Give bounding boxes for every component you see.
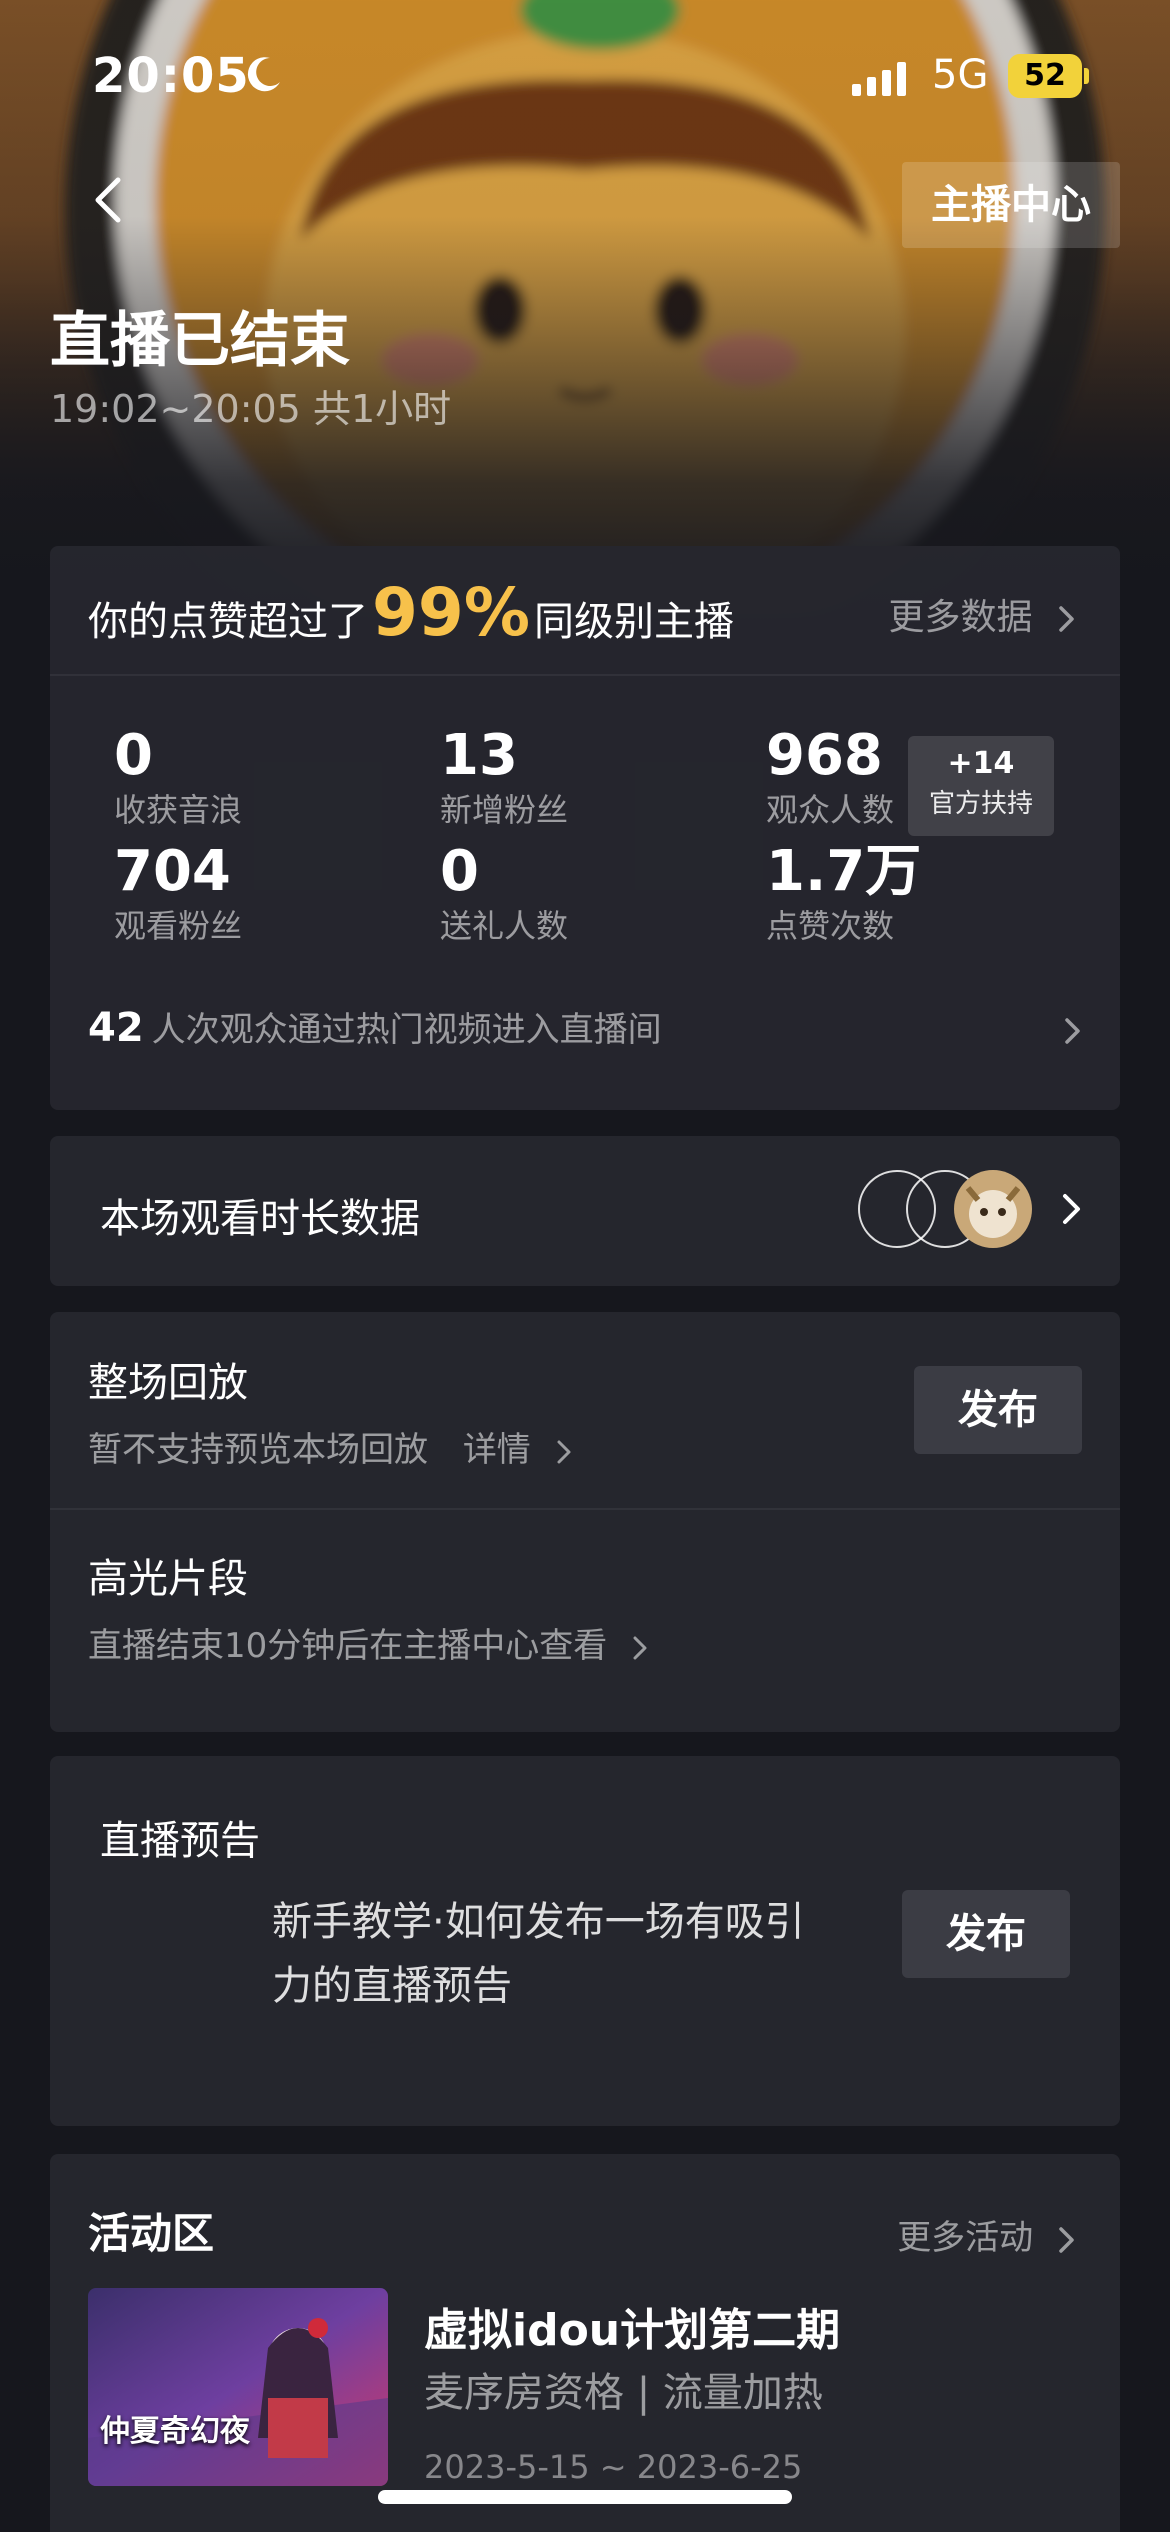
likes-percent-suffix: 同级别主播 [533, 599, 734, 645]
live-preview-card: 直播预告 新手教学·如何发布一场有吸引力的直播预告 发布 [50, 1756, 1120, 2126]
stat-value: 0 [114, 723, 153, 788]
stat-label: 新增粉丝 [440, 791, 569, 829]
likes-percent-prefix: 你的点赞超过了 [88, 599, 368, 645]
live-preview-title: 直播预告 [100, 1818, 260, 1864]
status-time: 20:05 [92, 48, 250, 104]
stat-label: 送礼人数 [440, 907, 569, 945]
more-data-link[interactable]: 更多数据 [889, 588, 1076, 640]
official-support-badge[interactable]: +14 官方扶持 [908, 736, 1054, 836]
hot-video-count: 42 [88, 1005, 144, 1051]
live-ended-page: 20:05 5G 52 主播中心 直播已结束 19:02~20:05 共1小时 … [0, 0, 1170, 2532]
stat-label: 收获音浪 [114, 791, 243, 829]
home-indicator[interactable] [378, 2490, 792, 2504]
stat-item: 704 观看粉丝 [114, 840, 242, 948]
publish-preview-button[interactable]: 发布 [902, 1890, 1070, 1978]
stat-label: 观众人数 [766, 791, 895, 829]
full-replay-note: 暂不支持预览本场回放 [88, 1430, 428, 1470]
likes-percent-value: 99% [372, 574, 530, 651]
chevron-right-icon [1065, 1018, 1080, 1044]
support-badge-count: +14 [947, 746, 1015, 781]
watch-duration-card[interactable]: 本场观看时长数据 [50, 1136, 1120, 1286]
stat-item: 0 送礼人数 [440, 840, 568, 948]
replay-details-label: 详情 [462, 1430, 531, 1470]
stat-item: 968 观众人数 [766, 724, 894, 832]
highlight-subtitle: 直播结束10分钟后在主播中心查看 [88, 1618, 648, 1667]
highlight-row[interactable]: 高光片段 直播结束10分钟后在主播中心查看 [50, 1510, 1120, 1730]
network-label: 5G [932, 52, 989, 98]
replay-card: 整场回放 暂不支持预览本场回放 详情 发布 高光片段 直播结束10分钟后在主播中… [50, 1312, 1120, 1732]
activity-tags: 麦序房资格 | 流量加热 [424, 2370, 823, 2416]
highlight-title: 高光片段 [88, 1556, 248, 1602]
signal-icon [852, 62, 906, 96]
chevron-right-icon [1059, 2226, 1074, 2253]
chevron-right-icon [633, 1636, 647, 1659]
activity-thumbnail-text: 仲夏奇幻夜 [100, 2414, 250, 2449]
activity-card: 活动区 更多活动 仲夏奇幻夜 虚拟idou计划第二期 麦序房资格 | 流量加热 … [50, 2154, 1120, 2532]
activity-date: 2023-5-15 ~ 2023-6-25 [424, 2448, 803, 2486]
stat-value: 0 [440, 839, 479, 904]
avatar [954, 1170, 1032, 1248]
battery-icon: 52 [1008, 54, 1082, 98]
viewer-avatars [858, 1170, 1038, 1252]
live-duration: 19:02~20:05 共1小时 [50, 387, 452, 431]
hot-video-entry-row[interactable]: 42 人次观众通过热门视频进入直播间 [88, 1002, 1088, 1062]
stat-value: 13 [440, 723, 518, 788]
chevron-right-icon [557, 1440, 571, 1463]
highlight-note: 直播结束10分钟后在主播中心查看 [88, 1626, 608, 1666]
anchor-center-button[interactable]: 主播中心 [902, 162, 1120, 248]
hot-video-text: 人次观众通过热门视频进入直播间 [151, 1010, 662, 1050]
support-badge-label: 官方扶持 [928, 789, 1033, 819]
more-activities-label: 更多活动 [897, 2218, 1034, 2258]
full-replay-subtitle: 暂不支持预览本场回放 详情 [88, 1422, 572, 1471]
page-title: 直播已结束 [50, 306, 350, 376]
full-replay-title: 整场回放 [88, 1360, 248, 1406]
activity-name[interactable]: 虚拟idou计划第二期 [424, 2294, 840, 2358]
chevron-right-icon [1059, 606, 1074, 632]
summary-divider [50, 674, 1120, 676]
replay-details-link[interactable]: 详情 [463, 1430, 572, 1470]
back-button[interactable] [80, 170, 140, 230]
stat-label: 点赞次数 [766, 907, 895, 945]
stat-value: 968 [766, 723, 883, 788]
status-bar: 20:05 5G 52 [0, 40, 1170, 120]
summary-card: 你的点赞超过了99% 同级别主播 更多数据 0 收获音浪 13 新增粉丝 968 … [50, 546, 1120, 1110]
stat-value: 704 [114, 839, 231, 904]
activity-title: 活动区 [88, 2209, 215, 2258]
stat-item: 1.7万 点赞次数 [766, 840, 921, 948]
activity-thumbnail[interactable]: 仲夏奇幻夜 [88, 2288, 388, 2486]
publish-replay-button[interactable]: 发布 [914, 1366, 1082, 1454]
more-data-label: 更多数据 [888, 597, 1033, 638]
chevron-right-icon [1063, 1194, 1080, 1224]
moon-icon [247, 57, 280, 92]
stat-item: 0 收获音浪 [114, 724, 242, 832]
more-activities-link[interactable]: 更多活动 [897, 2210, 1076, 2259]
stat-label: 观看粉丝 [114, 907, 243, 945]
battery-nub [1084, 68, 1089, 84]
stat-value: 1.7万 [766, 839, 922, 904]
live-preview-tutorial[interactable]: 新手教学·如何发布一场有吸引力的直播预告 [272, 1890, 832, 2018]
watch-duration-title: 本场观看时长数据 [100, 1196, 420, 1242]
stat-item: 13 新增粉丝 [440, 724, 568, 832]
